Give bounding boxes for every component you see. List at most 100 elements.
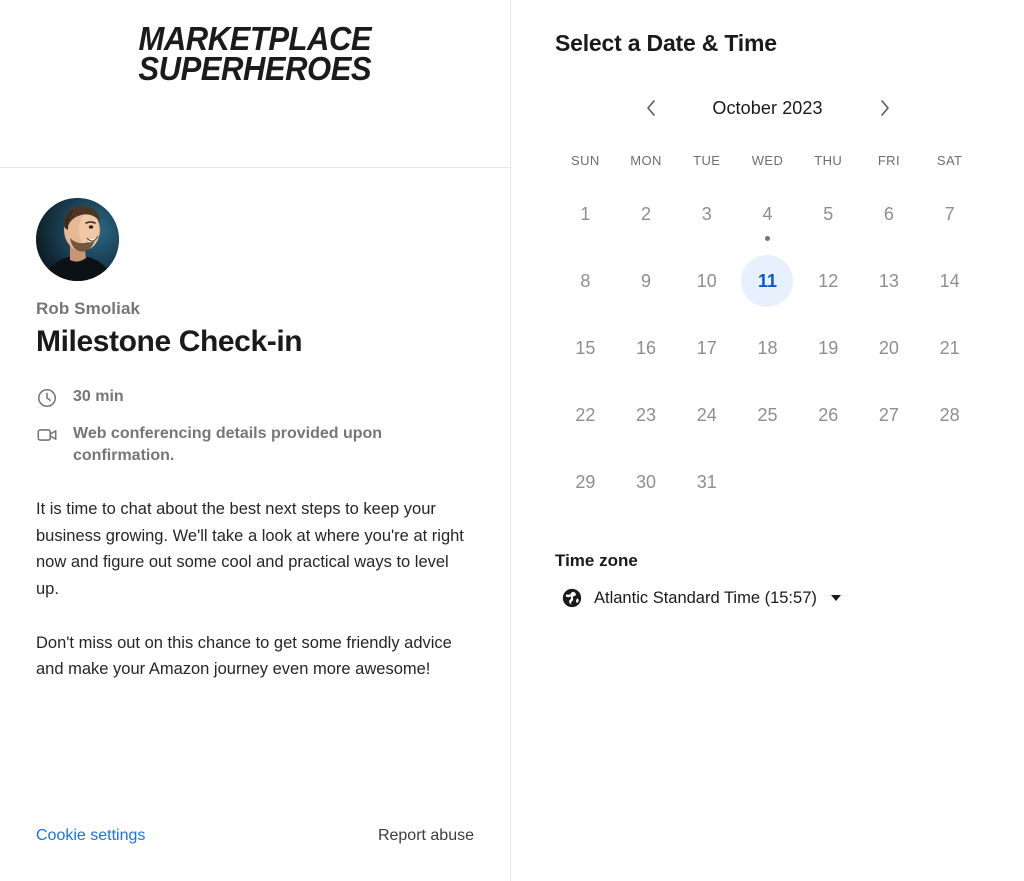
calendar-day-number: 2: [641, 203, 652, 224]
weekday-header-mon: MON: [630, 153, 662, 168]
calendar-day-number: 30: [636, 471, 657, 492]
calendar-day-number: 18: [757, 337, 778, 358]
calendar-day-number: 25: [757, 404, 778, 425]
calendar-day-3: 3: [676, 188, 737, 255]
calendar-day-number: 15: [575, 337, 596, 358]
calendar-day-6: 6: [859, 188, 920, 255]
calendar-day-1: 1: [555, 188, 616, 255]
panel-footer: Cookie settings Report abuse: [36, 827, 474, 845]
calendar-day-number: 26: [818, 404, 839, 425]
calendar-day-5: 5: [798, 188, 859, 255]
location-row: Web conferencing details provided upon c…: [36, 423, 474, 468]
calendar-day-18: 18: [737, 322, 798, 389]
report-abuse-link[interactable]: Report abuse: [378, 827, 474, 845]
timezone-selector[interactable]: Atlantic Standard Time (15:57): [555, 587, 980, 609]
calendar-day-19: 19: [798, 322, 859, 389]
calendar-day-17: 17: [676, 322, 737, 389]
calendar-day-28: 28: [919, 389, 980, 456]
calendar-day-number: 16: [636, 337, 657, 358]
calendar-day-31: 31: [676, 456, 737, 523]
calendar-day-8: 8: [555, 255, 616, 322]
calendar-day-4: 4: [737, 188, 798, 255]
weekday-header-fri: FRI: [877, 153, 900, 168]
calendar-day-number: 22: [575, 404, 596, 425]
calendar-month-label: October 2023: [712, 97, 823, 118]
chevron-left-icon[interactable]: [632, 91, 670, 125]
weekday-header-thu: THU: [814, 153, 843, 168]
calendar-day-number: 14: [939, 270, 960, 291]
calendar-day-24: 24: [676, 389, 737, 456]
weekday-header-sun: SUN: [571, 153, 600, 168]
brand-header: MARKETPLACE SUPERHEROES: [0, 0, 510, 168]
brand-logo: MARKETPLACE SUPERHEROES: [138, 20, 372, 88]
calendar-day-number: 28: [939, 404, 960, 425]
calendar-day-number: 23: [636, 404, 657, 425]
date-time-panel: Select a Date & Time October 2023 SUN MON…: [511, 0, 1024, 881]
calendar-day-23: 23: [616, 389, 677, 456]
event-details-panel: MARKETPLACE SUPERHEROES Rob Smoliak Mile…: [0, 0, 511, 881]
calendar-day-7: 7: [919, 188, 980, 255]
event-description: It is time to chat about the best next s…: [36, 499, 464, 679]
calendar-day-20: 20: [859, 322, 920, 389]
clock-icon: [36, 387, 58, 409]
calendar-day-26: 26: [798, 389, 859, 456]
chevron-right-icon[interactable]: [866, 91, 904, 125]
calendar-day-number: 31: [696, 471, 717, 492]
weekday-header-sat: SAT: [936, 153, 963, 168]
event-meta-list: 30 min Web conferencing details provided…: [36, 386, 474, 468]
calendar-day-number: 10: [696, 270, 717, 291]
calendar-day-21: 21: [919, 322, 980, 389]
event-body: Rob Smoliak Milestone Check-in 30 min We…: [0, 168, 510, 881]
timezone-value: Atlantic Standard Time (15:57): [594, 588, 817, 607]
calendar-day-22: 22: [555, 389, 616, 456]
globe-icon: [561, 587, 583, 609]
calendar-day-number: 9: [641, 270, 652, 291]
calendar-day-12: 12: [798, 255, 859, 322]
chevron-down-icon[interactable]: [830, 595, 841, 601]
calendar-day-16: 16: [616, 322, 677, 389]
timezone-label: Time zone: [555, 551, 638, 570]
weekday-header-tue: TUE: [693, 153, 721, 168]
calendar-day-25: 25: [737, 389, 798, 456]
calendar-day-number: 4: [762, 203, 773, 224]
calendar-day-number: 12: [818, 270, 839, 291]
calendar-day-10: 10: [676, 255, 737, 322]
video-camera-icon: [36, 424, 58, 446]
calendar-day-2: 2: [616, 188, 677, 255]
calendar-day-27: 27: [859, 389, 920, 456]
calendar-nav: October 2023: [555, 91, 980, 125]
avatar: [36, 198, 119, 281]
calendar-day-number: 7: [944, 203, 955, 224]
location-text: Web conferencing details provided upon c…: [73, 424, 383, 465]
calendar-day-number: 5: [823, 203, 834, 224]
calendar-day-number: 19: [818, 337, 839, 358]
calendar-day-number: 3: [701, 203, 712, 224]
calendar-day-number: 8: [580, 270, 591, 291]
calendar-day-number: 21: [939, 337, 960, 358]
duration-row: 30 min: [36, 386, 474, 409]
timezone-section: Time zone Atlantic Standard Time (15:57): [555, 551, 980, 609]
event-title: Milestone Check-in: [36, 325, 303, 358]
page-title: Select a Date & Time: [555, 30, 777, 56]
calendar-day-13: 13: [859, 255, 920, 322]
calendar-day-9: 9: [616, 255, 677, 322]
calendar-day-30: 30: [616, 456, 677, 523]
cookie-settings-link[interactable]: Cookie settings: [36, 827, 145, 845]
calendar-day-number: 11: [741, 255, 794, 307]
calendar-day-15: 15: [555, 322, 616, 389]
calendar-day-11[interactable]: 11: [737, 255, 798, 322]
calendar-grid: SUN MON TUE WED THU FRI SAT 1 2 3 4 5 6 7 8 9 10 11 12 13 14…: [555, 153, 980, 523]
booking-page: MARKETPLACE SUPERHEROES Rob Smoliak Mile…: [0, 0, 1024, 881]
weekday-header-wed: WED: [751, 153, 784, 168]
today-indicator-dot: [764, 236, 770, 241]
duration-text: 30 min: [73, 387, 124, 405]
calendar-day-number: 24: [696, 404, 717, 425]
calendar-day-number: 6: [883, 203, 894, 224]
calendar-day-number: 20: [878, 337, 899, 358]
calendar-day-29: 29: [555, 456, 616, 523]
calendar-day-14: 14: [919, 255, 980, 322]
calendar-day-number: 17: [696, 337, 717, 358]
host-name: Rob Smoliak: [36, 299, 141, 318]
calendar-day-number: 27: [878, 404, 899, 425]
calendar-day-number: 1: [580, 203, 591, 224]
